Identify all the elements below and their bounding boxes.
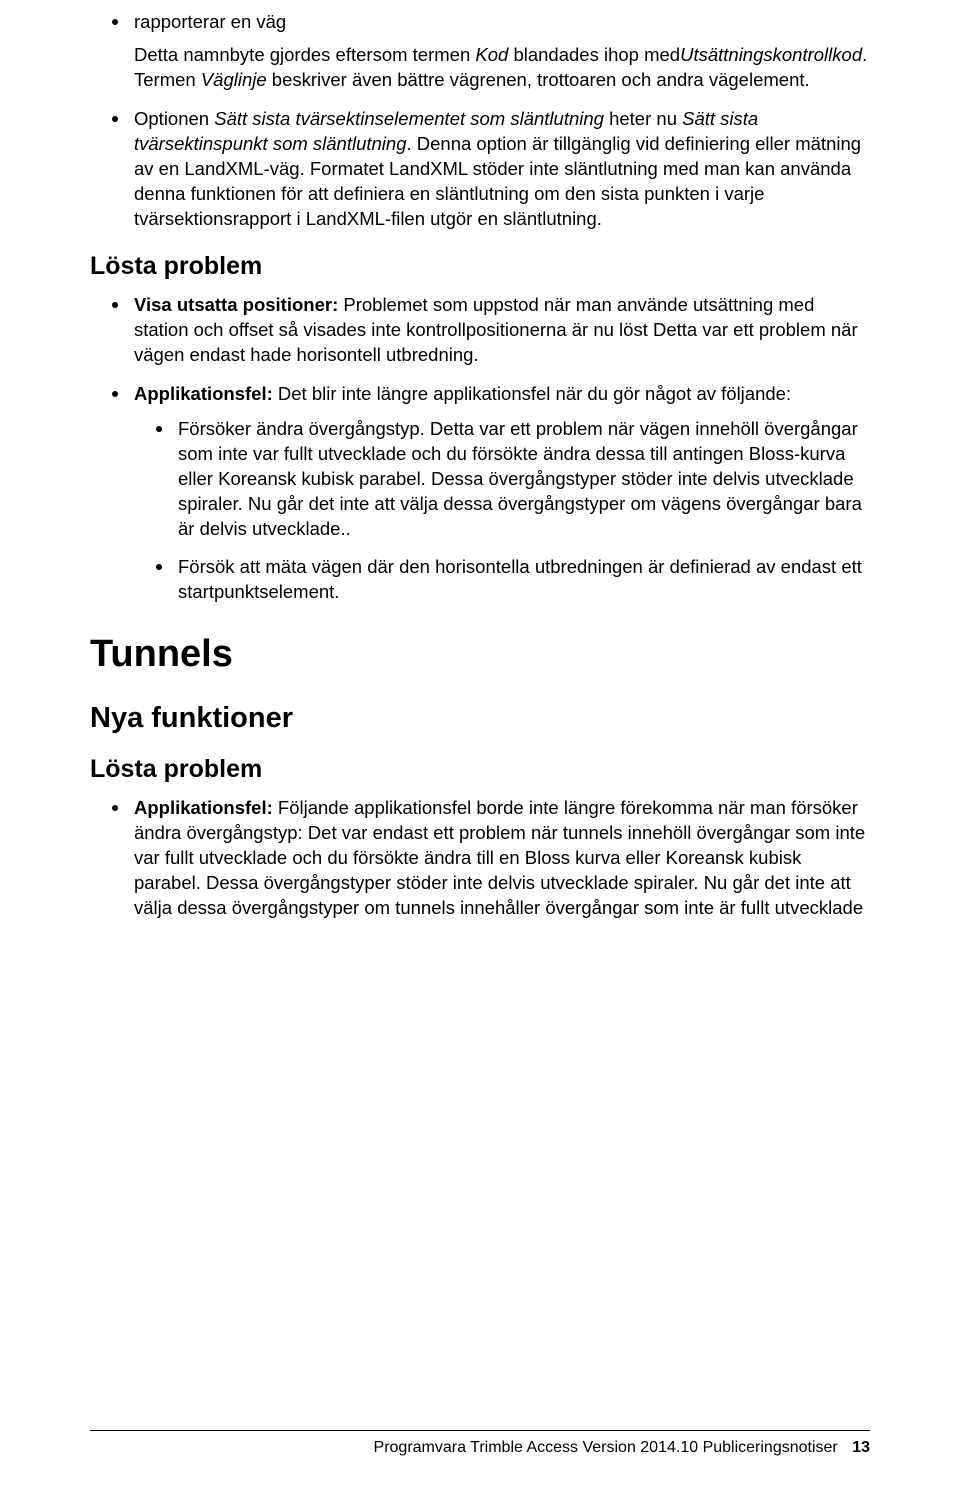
document-page: rapporterar en väg Detta namnbyte gjorde… [0,0,960,1493]
term-kod: Kod [475,44,508,65]
list-item: Försöker ändra övergångstyp. Detta var e… [134,417,870,542]
item-label: Applikationsfel: [134,383,273,404]
text: heter nu [604,108,682,129]
list-item: rapporterar en väg Detta namnbyte gjorde… [90,10,870,93]
losta-list-2: Applikationsfel: Följande applikationsfe… [90,796,870,921]
bullet-text: rapporterar en väg [134,11,286,32]
text: Detta namnbyte gjordes eftersom termen [134,44,475,65]
item-text: Det blir inte längre applikationsfel när… [273,383,791,404]
page-number: 13 [852,1439,870,1456]
heading-nya-funktioner: Nya funktioner [90,702,870,735]
heading-tunnels: Tunnels [90,633,870,676]
page-footer: Programvara Trimble Access Version 2014.… [90,1430,870,1457]
paragraph: Detta namnbyte gjordes eftersom termen K… [134,43,870,93]
item-label: Applikationsfel: [134,797,273,818]
losta-list-1: Visa utsatta positioner: Problemet som u… [90,293,870,606]
item-label: Visa utsatta positioner: [134,294,338,315]
item-text: Försök att mäta vägen där den horisontel… [178,556,862,602]
heading-losta-problem-1: Lösta problem [90,252,870,281]
list-item: Visa utsatta positioner: Problemet som u… [90,293,870,368]
text: beskriver även bättre vägrenen, trottoar… [267,69,810,90]
term-option-old: Sätt sista tvärsektinselementet som slän… [214,108,604,129]
list-item: Applikationsfel: Följande applikationsfe… [90,796,870,921]
nested-list: Försöker ändra övergångstyp. Detta var e… [134,417,870,606]
text: blandades ihop med [508,44,680,65]
list-item: Applikationsfel: Det blir inte längre ap… [90,382,870,606]
heading-losta-problem-2: Lösta problem [90,755,870,784]
term-vaglinje: Väglinje [201,69,267,90]
list-item: Optionen Sätt sista tvärsektinselementet… [90,107,870,232]
top-bullet-list: rapporterar en väg Detta namnbyte gjorde… [90,10,870,232]
item-text: Försöker ändra övergångstyp. Detta var e… [178,418,862,539]
list-item: Försök att mäta vägen där den horisontel… [134,555,870,605]
text: Optionen [134,108,214,129]
footer-text: Programvara Trimble Access Version 2014.… [374,1439,838,1456]
term-utsattningskontrollkod: Utsättningskontrollkod [680,44,862,65]
